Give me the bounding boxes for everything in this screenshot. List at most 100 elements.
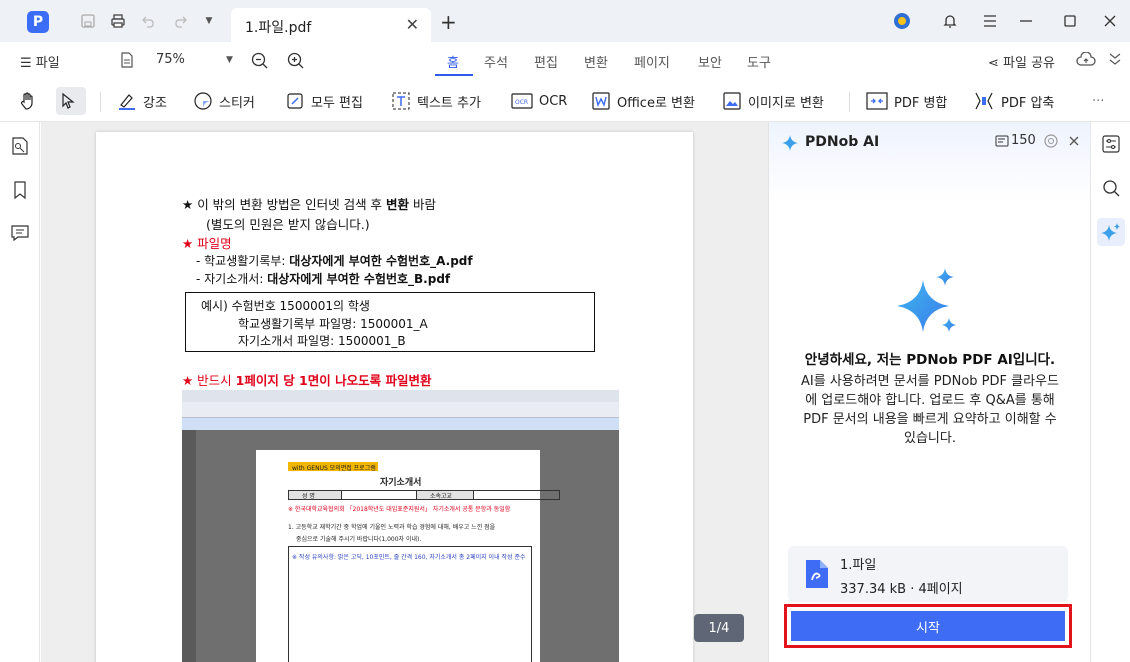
ocr-button[interactable]: OCR OCR (511, 87, 567, 115)
select-tool-icon[interactable] (56, 87, 86, 115)
save-icon[interactable] (78, 11, 98, 31)
text-icon (392, 92, 410, 110)
ai-assistant-icon[interactable] (1097, 218, 1125, 246)
start-button-highlight: 시작 (784, 604, 1072, 648)
doc-line-6: ★ 반드시 1페이지 당 1면이 나오도록 파일변환 (182, 373, 432, 388)
doc-line-5: - 자기소개서: 대상자에게 부여한 수험번호_B.pdf (196, 272, 451, 286)
merge-icon (866, 92, 888, 110)
file-card: 1.파일 337.34 kB · 4페이지 (788, 546, 1068, 602)
thumbnail-icon[interactable] (10, 136, 30, 156)
active-tab-indicator (435, 74, 473, 76)
menu-bar: ☰ 파일 75% ▼ 홈 주석 편집 변환 페이지 보안 도구 ⋖ 파일 공유 (0, 42, 1130, 80)
zoom-select[interactable]: 75% (156, 52, 185, 67)
zoom-chevron-icon[interactable]: ▼ (226, 55, 233, 65)
page-indicator[interactable]: 1/4 (694, 614, 744, 642)
page-view-icon[interactable] (120, 52, 134, 72)
ai-panel: PDNob AI 150 안녕하세요, 저는 PDNob PDF AI입니다. … (768, 122, 1090, 662)
highlight-button[interactable]: 강조 (117, 87, 167, 115)
ai-description: AI를 사용하려면 문서를 PDNob PDF 클라우드에 업로드해야 합니다.… (801, 374, 1059, 446)
merge-pdf-button[interactable]: PDF 병합 (866, 87, 947, 115)
tab-annotate[interactable]: 주석 (484, 52, 508, 71)
doc-line-2: (별도의 민원은 받지 않습니다.) (206, 217, 370, 232)
close-icon[interactable]: ✕ (406, 15, 419, 34)
properties-icon[interactable] (1101, 134, 1121, 154)
hand-tool-icon[interactable] (18, 87, 44, 115)
undo-icon[interactable] (139, 11, 159, 31)
credit-icon (995, 135, 1009, 146)
compress-icon (975, 92, 993, 110)
embedded-titlebar (182, 390, 619, 402)
embedded-page: with GENUS 모의면접 프로그램 자기소개서 성 명 소속고교 ※ 한국… (256, 450, 560, 662)
print-icon[interactable] (108, 11, 128, 31)
ai-sparkle-illustration-icon (893, 266, 969, 342)
image-icon (723, 92, 741, 110)
minimize-icon[interactable] (1016, 11, 1036, 31)
edit-all-button[interactable]: 모두 편집 (285, 87, 363, 115)
tab-home[interactable]: 홈 (447, 52, 459, 71)
edit-all-label: 모두 편집 (311, 95, 363, 111)
inner-red-note: ※ 한국대학교육협의회 「2018학년도 대입표준지원서」 자기소개서 공통 문… (288, 506, 511, 513)
sticker-button[interactable]: 스티커 (193, 87, 255, 115)
start-button[interactable]: 시작 (791, 611, 1065, 641)
doc-line-3: ★ 파일명 (182, 236, 232, 251)
maximize-icon[interactable] (1060, 11, 1080, 31)
inner-answer-box (288, 546, 532, 662)
merge-pdf-label: PDF 병합 (894, 95, 948, 111)
add-text-button[interactable]: 텍스트 추가 (391, 87, 481, 115)
document-viewer[interactable]: ★ 이 밖의 변환 방법은 인터넷 검색 후 변환 바람 (별도의 민원은 받지… (41, 122, 768, 662)
zoom-out-icon[interactable] (251, 52, 268, 73)
inner-question: 1. 고등학교 재학기간 중 학업에 기울인 노력과 학습 경험에 대해, 배우… (288, 524, 496, 531)
more-tools-button[interactable]: ··· (1092, 87, 1104, 115)
pdf-page: ★ 이 밖의 변환 방법은 인터넷 검색 후 변환 바람 (별도의 민원은 받지… (96, 132, 693, 662)
right-sidebar (1090, 122, 1130, 662)
inner-title: 자기소개서 (380, 478, 422, 488)
add-text-label: 텍스트 추가 (417, 95, 481, 111)
menu-icon[interactable] (980, 11, 1000, 31)
to-office-button[interactable]: Office로 변환 (591, 87, 695, 115)
chevron-down-icon[interactable]: ▼ (199, 11, 219, 31)
redo-icon[interactable] (170, 11, 190, 31)
comment-icon[interactable] (10, 223, 30, 243)
account-avatar-icon[interactable] (892, 11, 912, 31)
edit-icon (287, 93, 303, 109)
sparkle-icon (781, 134, 799, 156)
sticker-icon (194, 92, 212, 110)
inner-col-2: 소속고교 (430, 493, 453, 500)
document-tab[interactable]: 1.파일.pdf ✕ (231, 8, 431, 42)
tab-edit[interactable]: 편집 (534, 52, 558, 71)
bell-icon[interactable] (940, 11, 960, 31)
file-menu[interactable]: ☰ 파일 (20, 52, 60, 71)
bookmark-icon[interactable] (10, 180, 30, 200)
credits-badge[interactable]: 150 (995, 133, 1036, 148)
highlight-label: 강조 (143, 95, 167, 111)
share-button[interactable]: ⋖ 파일 공유 (988, 52, 1055, 71)
tab-tools[interactable]: 도구 (747, 52, 771, 71)
tab-security[interactable]: 보안 (698, 52, 722, 71)
app-logo-icon: P (27, 11, 49, 33)
cloud-upload-icon[interactable] (1076, 51, 1096, 72)
ocr-label: OCR (539, 93, 568, 109)
window-close-icon[interactable] (1100, 11, 1120, 31)
embedded-infobar (182, 418, 619, 430)
to-image-button[interactable]: 이미지로 변환 (722, 87, 824, 115)
panel-close-icon[interactable] (1067, 133, 1081, 152)
compress-pdf-button[interactable]: PDF 압축 (973, 87, 1054, 115)
document-tab-label: 1.파일.pdf (245, 20, 312, 36)
collapse-ribbon-icon[interactable] (1108, 52, 1122, 70)
file-meta: 337.34 kB · 4페이지 (840, 582, 963, 597)
svg-text:OCR: OCR (515, 99, 528, 106)
settings-icon[interactable] (1043, 133, 1059, 153)
to-image-label: 이미지로 변환 (748, 95, 824, 111)
zoom-in-icon[interactable] (287, 52, 304, 73)
toolbar-divider (849, 92, 850, 112)
new-tab-button[interactable]: + (440, 10, 457, 34)
ai-greeting: 안녕하세요, 저는 PDNob PDF AI입니다. (804, 352, 1056, 368)
tab-page[interactable]: 페이지 (634, 52, 670, 71)
example-line-3: 자기소개서 파일명: 1500001_B (238, 334, 406, 348)
example-line-2: 학교생활기록부 파일명: 1500001_A (238, 317, 428, 331)
title-bar: P ▼ 1.파일.pdf ✕ + (0, 0, 1130, 42)
ai-panel-title: PDNob AI (805, 134, 880, 150)
search-icon[interactable] (1101, 178, 1121, 198)
tab-convert[interactable]: 변환 (584, 52, 608, 71)
inner-question-2: 중심으로 기술해 주시기 바랍니다(1,000자 이내). (296, 536, 422, 543)
